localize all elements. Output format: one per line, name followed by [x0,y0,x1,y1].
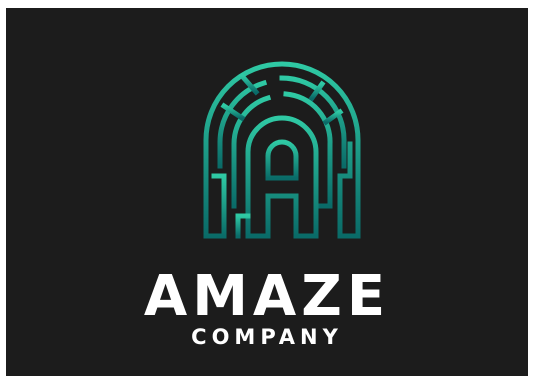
logo-canvas: AMAZE COMPANY [6,8,528,376]
brand-tagline: COMPANY [191,325,343,349]
brand-name: AMAZE [143,264,391,329]
maze-arch-letter-a-icon [203,61,361,239]
